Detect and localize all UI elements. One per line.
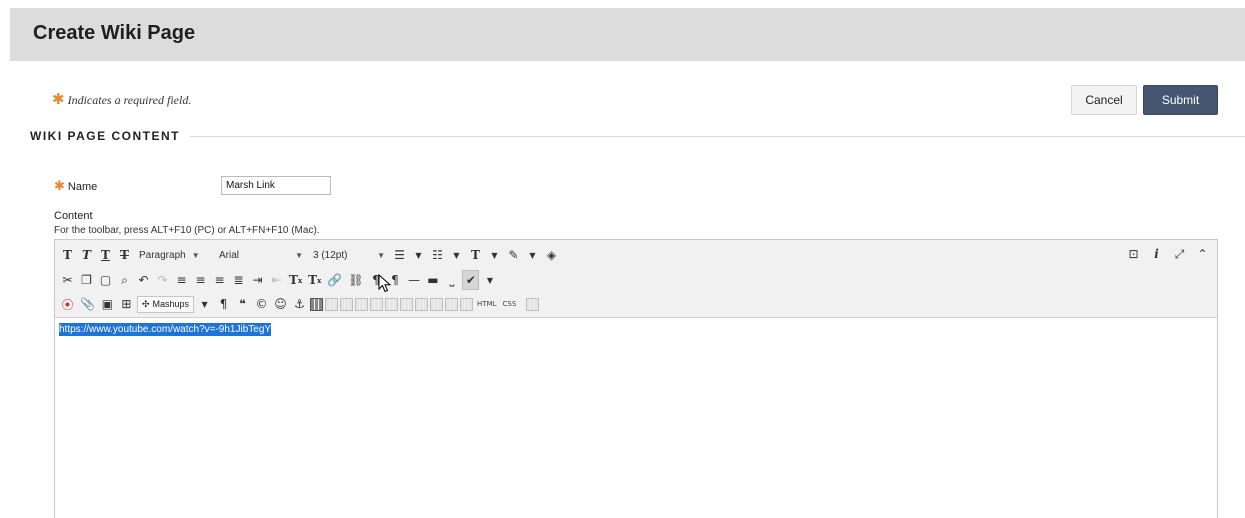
eraser-icon[interactable]: ◈ [543,245,560,265]
editor-body[interactable]: https://www.youtube.com/watch?v=-9h1JibT… [59,323,272,336]
font-size-select[interactable]: 3 (12pt) ▼ [309,245,389,265]
required-star-icon: ✱ [54,179,65,194]
preview-icon[interactable]: ⊡ [1125,244,1142,264]
undo-icon[interactable]: ↶ [135,270,152,290]
find-icon[interactable]: ⌕ [116,270,133,290]
font-size-value: 3 (12pt) [313,249,348,261]
required-note: ✱ Indicates a required field. [52,90,191,108]
copyright-icon[interactable]: © [253,294,270,314]
extra-tool-icon[interactable] [526,297,540,311]
horizontal-rule-icon[interactable]: — [405,270,422,290]
name-label-text: Name [67,181,98,193]
italic-icon[interactable]: T [78,245,95,265]
paragraph-mark-icon[interactable]: ¶ [215,294,232,314]
paste-icon[interactable]: ▢ [97,270,114,290]
split-cells-icon[interactable] [445,297,459,311]
align-right-icon[interactable]: ≡ [211,270,228,290]
insert-col-after-icon[interactable] [415,297,429,311]
page-header: Create Wiki Page [10,8,1245,61]
mouse-pointer-icon [378,274,392,293]
cancel-button[interactable]: Cancel [1071,85,1137,115]
info-icon[interactable]: i [1148,244,1165,264]
merge-cells-icon[interactable] [460,297,474,311]
strikethrough-icon[interactable]: T [116,245,133,265]
insert-image-icon[interactable]: ▣ [99,294,116,314]
anchor-icon[interactable]: ⚓ [291,294,308,314]
toolbar-right-controls: ⊡ i ⤢ ⌃ [1125,244,1211,264]
unlink-icon[interactable]: ⛓ [346,270,365,290]
copy-icon[interactable]: ❐ [78,270,95,290]
chevron-down-icon: ▼ [191,250,200,260]
superscript-icon[interactable]: Tx [287,270,304,290]
chevron-down-icon: ▼ [295,250,303,260]
attach-file-icon[interactable]: 📎 [78,294,97,314]
font-family-select[interactable]: Arial ▼ [215,245,307,265]
chevron-down-icon[interactable]: ▼ [448,245,465,265]
redo-icon[interactable]: ↷ [154,270,171,290]
content-label: Content [54,210,93,222]
align-justify-icon[interactable]: ≣ [230,270,247,290]
delete-row-icon[interactable] [385,297,399,311]
section-divider [190,136,1245,137]
align-center-icon[interactable]: ≡ [192,270,209,290]
nonbreaking-space-icon[interactable]: ⎵ [443,270,460,290]
align-left-icon[interactable]: ≡ [173,270,190,290]
mashups-menu[interactable]: ✣ Mashups [136,295,195,313]
numbered-list-icon[interactable]: ☷ [429,245,446,265]
bullet-list-icon[interactable]: ☰ [391,245,408,265]
mashups-icon: ✣ [141,298,150,309]
collapse-toolbar-icon[interactable]: ⌃ [1194,244,1211,264]
delete-col-icon[interactable] [430,297,444,311]
chevron-down-icon: ▼ [377,250,385,260]
mashups-label: Mashups [152,299,190,309]
insert-col-before-icon[interactable] [400,297,414,311]
insert-link-icon[interactable]: 🔗 [325,270,344,290]
table-row-props-icon[interactable] [325,297,339,311]
chevron-down-icon[interactable]: ▼ [524,245,541,265]
toolbar-row-2: ✂ ❐ ▢ ⌕ ↶ ↷ ≡ ≡ ≡ ≣ ⇥ ⇤ Tx Tx 🔗 ⛓ ¶ ¶ — … [59,269,498,291]
text-color-icon[interactable]: T [467,245,484,265]
editor-toolbar: T T T T Paragraph ▼ Arial ▼ 3 (12pt) ▼ ☰… [55,240,1217,318]
chevron-down-icon[interactable]: ▼ [410,245,427,265]
underline-icon[interactable]: T [97,245,114,265]
record-icon[interactable]: ⦿ [59,294,76,314]
chevron-down-icon[interactable]: ▼ [481,270,498,290]
insert-row-after-icon[interactable] [370,297,384,311]
highlight-pen-icon[interactable]: ✎ [505,245,522,265]
table-cell-props-icon[interactable] [340,297,354,311]
content-editor: T T T T Paragraph ▼ Arial ▼ 3 (12pt) ▼ ☰… [54,239,1218,518]
submit-button[interactable]: Submit [1143,85,1218,115]
outdent-icon[interactable]: ⇤ [268,270,285,290]
html-source-button[interactable]: HTML [475,294,498,314]
toolbar-hint: For the toolbar, press ALT+F10 (PC) or A… [54,225,320,236]
chevron-down-icon[interactable]: ▼ [196,294,213,314]
toolbar-row-1: T T T T Paragraph ▼ Arial ▼ 3 (12pt) ▼ ☰… [59,244,560,266]
required-note-text: Indicates a required field. [67,93,192,107]
emoticon-icon[interactable]: ☺ [272,294,289,314]
toolbar-row-3: ⦿ 📎 ▣ ⊞ ✣ Mashups ▼ ¶ ❝ © ☺ ⚓ HTML CSS [59,293,540,315]
insert-row-before-icon[interactable] [355,297,369,311]
insert-table-icon[interactable] [310,297,324,311]
required-star-icon: ✱ [52,90,65,108]
thick-rule-icon[interactable]: ▬ [424,270,441,290]
page-title: Create Wiki Page [33,22,196,44]
css-button[interactable]: CSS [501,294,519,314]
subscript-icon[interactable]: Tx [306,270,323,290]
create-wiki-page: Create Wiki Page ✱ Indicates a required f… [0,0,1245,518]
bold-icon[interactable]: T [59,245,76,265]
section-title: WIKI PAGE CONTENT [30,129,180,143]
paragraph-format-value: Paragraph [139,249,186,261]
name-label: ✱ Name [54,179,97,194]
fullscreen-icon[interactable]: ⤢ [1171,244,1188,264]
selected-text: https://www.youtube.com/watch?v=-9h1JibT… [59,323,272,336]
font-family-value: Arial [219,249,240,261]
indent-icon[interactable]: ⇥ [249,270,266,290]
paragraph-format-select[interactable]: Paragraph ▼ [135,245,213,265]
name-input[interactable] [221,176,331,195]
chevron-down-icon[interactable]: ▼ [486,245,503,265]
quote-icon[interactable]: ❝ [234,294,251,314]
spellcheck-icon[interactable]: ✔ [462,270,480,290]
insert-media-icon[interactable]: ⊞ [118,294,135,314]
cut-icon[interactable]: ✂ [59,270,76,290]
